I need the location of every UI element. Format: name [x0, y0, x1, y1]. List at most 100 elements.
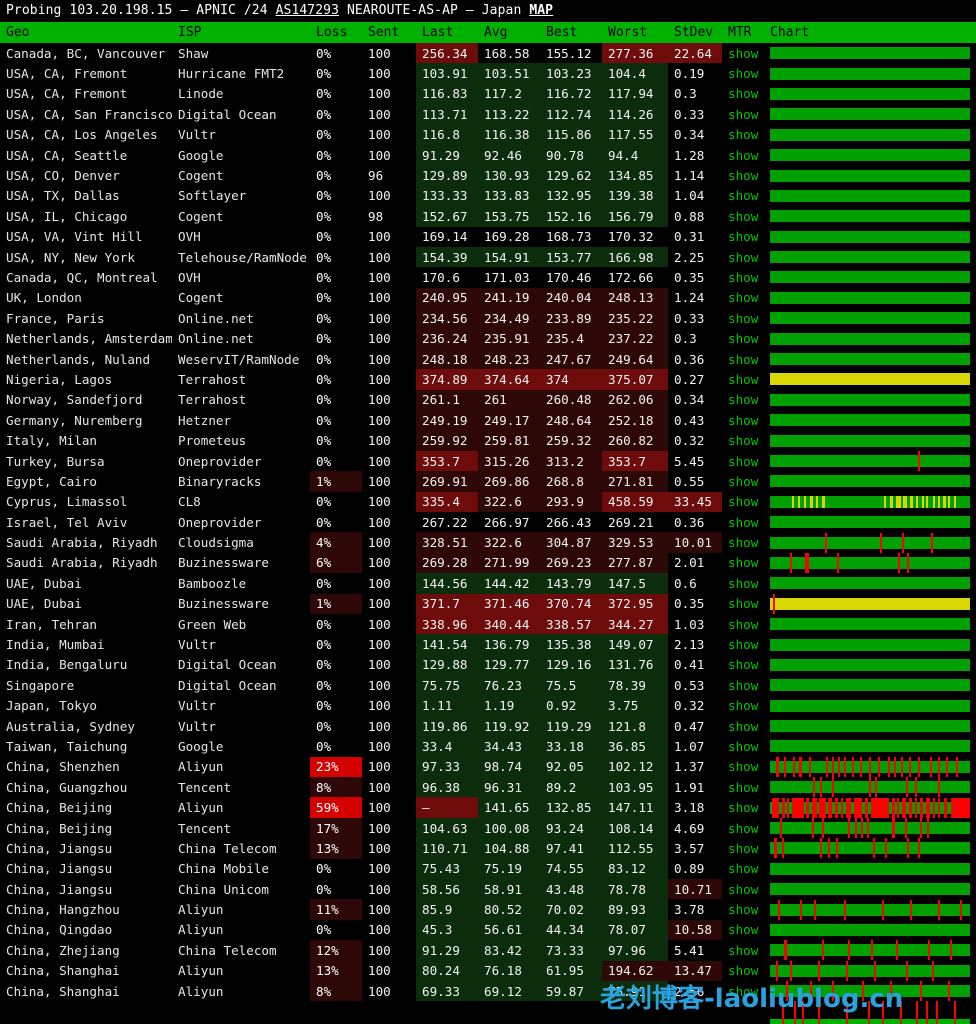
- mtr-show-link[interactable]: show: [728, 963, 758, 978]
- mtr-show-link[interactable]: show: [728, 841, 758, 856]
- latency-sparkline: [770, 635, 970, 655]
- mtr-show-link[interactable]: show: [728, 657, 758, 672]
- cell-stdev: 0.6: [668, 573, 722, 593]
- mtr-show-link[interactable]: show: [728, 270, 758, 285]
- cell-chart: [770, 43, 976, 63]
- latency-sparkline: [770, 614, 970, 634]
- column-header-isp[interactable]: ISP: [172, 22, 310, 43]
- cell-avg: 34.43: [478, 736, 540, 756]
- cell-avg: 322.6: [478, 532, 540, 552]
- mtr-show-link[interactable]: show: [728, 107, 758, 122]
- mtr-show-link[interactable]: show: [728, 902, 758, 917]
- sparkline-tick: [954, 496, 956, 508]
- column-header-loss[interactable]: Loss: [310, 22, 362, 43]
- cell-isp: Softlayer: [172, 186, 310, 206]
- mtr-show-link[interactable]: show: [728, 780, 758, 795]
- mtr-show-link[interactable]: show: [728, 352, 758, 367]
- mtr-show-link[interactable]: show: [728, 433, 758, 448]
- column-header-stdev[interactable]: StDev: [668, 22, 722, 43]
- cell-stdev: 4.69: [668, 818, 722, 838]
- cell-last: 141.54: [416, 634, 478, 654]
- column-header-sent[interactable]: Sent: [362, 22, 416, 43]
- cell-chart: [770, 553, 976, 573]
- cell-avg: 171.03: [478, 267, 540, 287]
- sparkline-tick: [773, 594, 775, 614]
- mtr-show-link[interactable]: show: [728, 882, 758, 897]
- column-header-mtr[interactable]: MTR: [722, 22, 770, 43]
- mtr-show-link[interactable]: show: [728, 494, 758, 509]
- mtr-show-link[interactable]: show: [728, 127, 758, 142]
- mtr-show-link[interactable]: show: [728, 454, 758, 469]
- mtr-show-link[interactable]: show: [728, 984, 758, 999]
- mtr-show-link[interactable]: show: [728, 719, 758, 734]
- column-header-chart[interactable]: Chart: [770, 22, 976, 43]
- mtr-show-link[interactable]: show: [728, 331, 758, 346]
- cell-last: 371.7: [416, 594, 478, 614]
- column-header-best[interactable]: Best: [540, 22, 602, 43]
- latency-sparkline: [770, 308, 970, 328]
- cell-chart: [770, 186, 976, 206]
- latency-sparkline: [770, 206, 970, 226]
- mtr-show-link[interactable]: show: [728, 229, 758, 244]
- mtr-show-link[interactable]: show: [728, 555, 758, 570]
- cell-best: 268.8: [540, 471, 602, 491]
- mtr-show-link[interactable]: show: [728, 46, 758, 61]
- cell-worst: 97.96: [602, 940, 668, 960]
- cell-loss: 0%: [310, 206, 362, 226]
- sparkline-base-bar: [770, 496, 970, 508]
- mtr-show-link[interactable]: show: [728, 943, 758, 958]
- mtr-show-link[interactable]: show: [728, 800, 758, 815]
- cell-worst: 78.07: [602, 920, 668, 940]
- mtr-show-link[interactable]: show: [728, 209, 758, 224]
- mtr-show-link[interactable]: show: [728, 86, 758, 101]
- mtr-show-link[interactable]: show: [728, 413, 758, 428]
- sparkline-tick: [846, 961, 848, 981]
- mtr-show-link[interactable]: show: [728, 148, 758, 163]
- mtr-show-link[interactable]: show: [728, 66, 758, 81]
- cell-worst: 260.82: [602, 430, 668, 450]
- table-row: Netherlands, AmsterdamOnline.net0%100236…: [0, 328, 976, 348]
- cell-worst: 121.8: [602, 716, 668, 736]
- mtr-show-link[interactable]: show: [728, 739, 758, 754]
- sparkline-tick: [862, 981, 864, 1001]
- sparkline-base-bar: [770, 700, 970, 712]
- sparkline-tick: [901, 757, 903, 777]
- mtr-show-link[interactable]: show: [728, 576, 758, 591]
- mtr-show-link[interactable]: show: [728, 759, 758, 774]
- column-header-last[interactable]: Last: [416, 22, 478, 43]
- sparkline-tick: [956, 757, 958, 777]
- probe-asn-link[interactable]: AS147293: [276, 3, 339, 18]
- sparkline-tick: [926, 496, 928, 508]
- mtr-show-link[interactable]: show: [728, 474, 758, 489]
- column-header-worst[interactable]: Worst: [602, 22, 668, 43]
- mtr-show-link[interactable]: show: [728, 372, 758, 387]
- cell-mtr: show: [722, 308, 770, 328]
- mtr-show-link[interactable]: show: [728, 392, 758, 407]
- latency-sparkline: [770, 716, 970, 736]
- mtr-show-link[interactable]: show: [728, 637, 758, 652]
- mtr-show-link[interactable]: show: [728, 596, 758, 611]
- mtr-show-link[interactable]: show: [728, 678, 758, 693]
- cell-geo: Norway, Sandefjord: [0, 390, 172, 410]
- column-header-geo[interactable]: Geo: [0, 22, 172, 43]
- mtr-show-link[interactable]: show: [728, 617, 758, 632]
- mtr-show-link[interactable]: show: [728, 290, 758, 305]
- mtr-show-link[interactable]: show: [728, 168, 758, 183]
- mtr-show-link[interactable]: show: [728, 515, 758, 530]
- mtr-show-link[interactable]: show: [728, 821, 758, 836]
- latency-sparkline: [770, 512, 970, 532]
- cell-best: 129.16: [540, 655, 602, 675]
- mtr-show-link[interactable]: show: [728, 922, 758, 937]
- column-header-avg[interactable]: Avg: [478, 22, 540, 43]
- mtr-show-link[interactable]: show: [728, 698, 758, 713]
- cell-mtr: show: [722, 981, 770, 1001]
- latency-sparkline: [770, 492, 970, 512]
- mtr-show-link[interactable]: show: [728, 250, 758, 265]
- cell-last: 234.56: [416, 308, 478, 328]
- sparkline-tick: [946, 757, 948, 777]
- mtr-show-link[interactable]: show: [728, 861, 758, 876]
- mtr-show-link[interactable]: show: [728, 188, 758, 203]
- map-link[interactable]: MAP: [529, 3, 553, 18]
- mtr-show-link[interactable]: show: [728, 311, 758, 326]
- mtr-show-link[interactable]: show: [728, 535, 758, 550]
